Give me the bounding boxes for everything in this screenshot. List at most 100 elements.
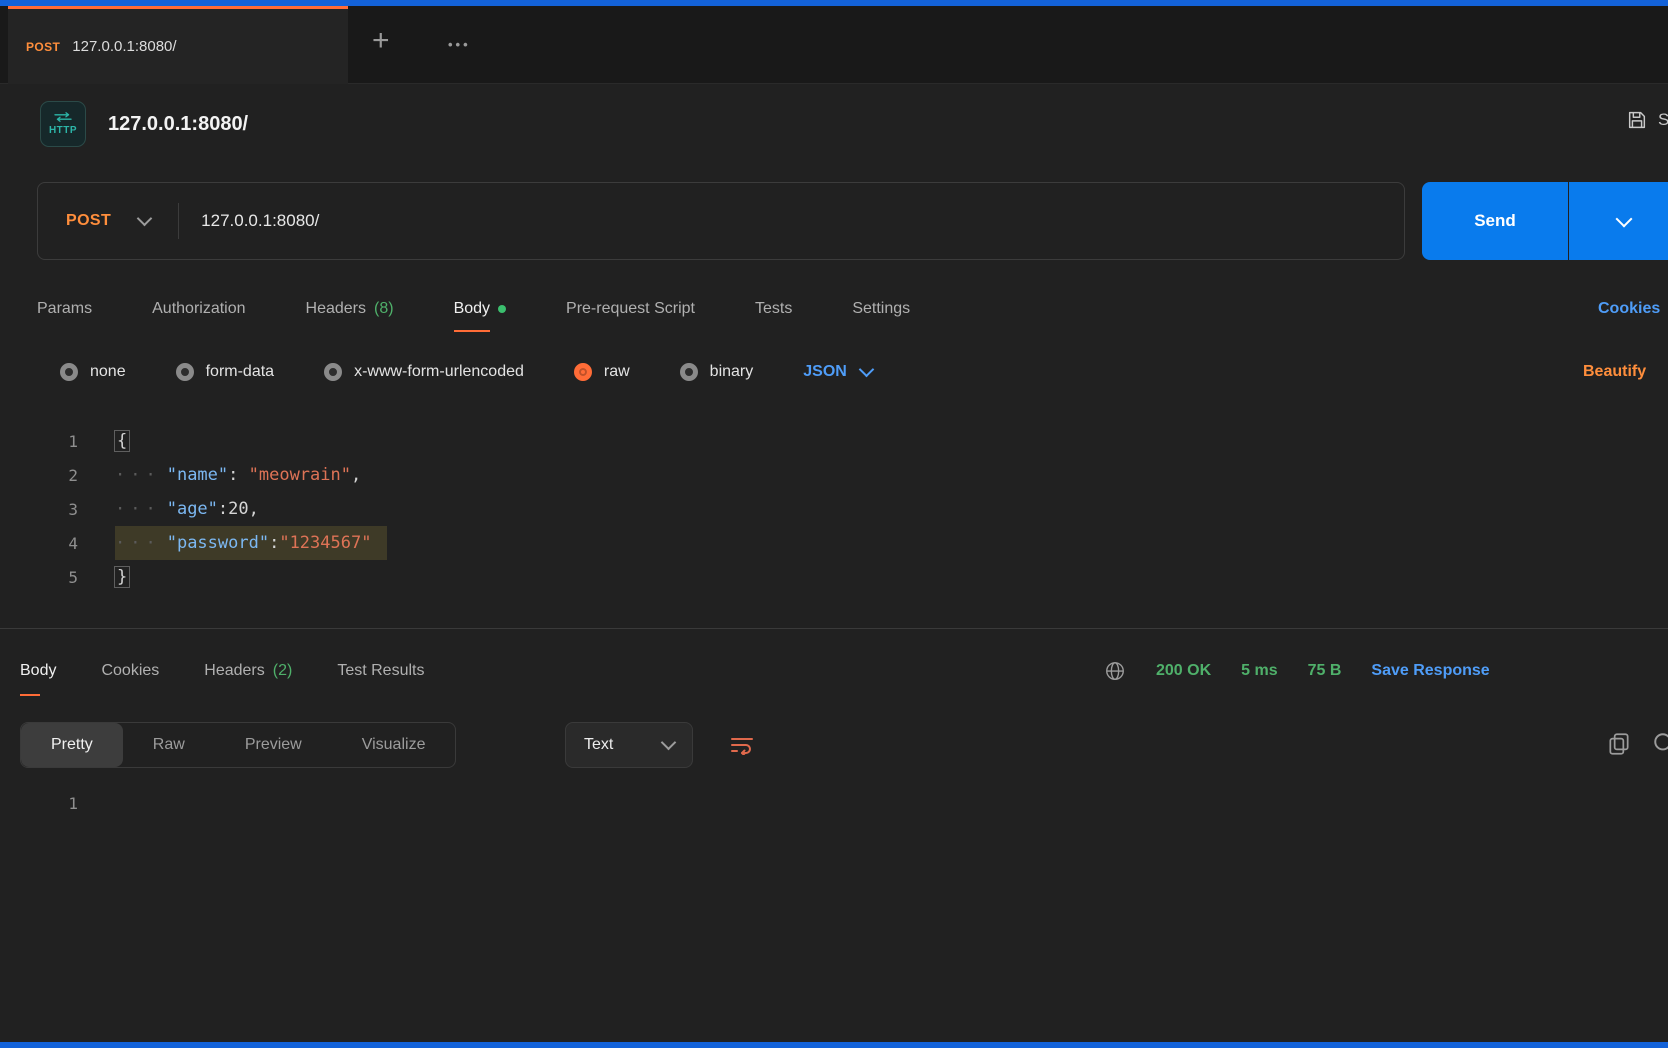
tab-pre-request-script[interactable]: Pre-request Script bbox=[566, 286, 695, 332]
tab-params[interactable]: Params bbox=[37, 286, 92, 332]
search-icon bbox=[1652, 731, 1668, 757]
body-mode-row: none form-data x-www-form-urlencoded raw… bbox=[60, 350, 872, 394]
line-number: 5 bbox=[0, 568, 78, 587]
tab-method-badge: POST bbox=[26, 40, 60, 54]
copy-response-button[interactable] bbox=[1604, 730, 1634, 760]
json-comma: , bbox=[351, 465, 361, 485]
url-bar: POST bbox=[37, 182, 1405, 260]
line-number: 4 bbox=[0, 534, 78, 553]
response-format-dropdown[interactable]: Text bbox=[565, 722, 693, 768]
line-number: 2 bbox=[0, 466, 78, 485]
bidirectional-arrows-icon bbox=[53, 112, 73, 122]
tab-params-label: Params bbox=[37, 300, 92, 318]
json-string-value: "meowrain" bbox=[249, 465, 351, 485]
save-icon bbox=[1626, 109, 1648, 131]
request-tab[interactable]: POST 127.0.0.1:8080/ bbox=[8, 6, 348, 84]
mode-binary-label: binary bbox=[710, 363, 754, 381]
language-dropdown-value: JSON bbox=[803, 363, 847, 381]
json-comma: , bbox=[249, 499, 259, 519]
save-button-label: Save bbox=[1658, 110, 1668, 130]
json-key: "password" bbox=[167, 533, 269, 553]
tab-headers-label: Headers bbox=[306, 300, 366, 318]
tab-body[interactable]: Body bbox=[454, 286, 506, 332]
copy-icon bbox=[1606, 731, 1632, 757]
response-tab-cookies[interactable]: Cookies bbox=[101, 646, 159, 696]
save-response-button[interactable]: Save Response bbox=[1371, 662, 1489, 680]
view-raw[interactable]: Raw bbox=[123, 723, 215, 767]
language-dropdown[interactable]: JSON bbox=[803, 363, 872, 381]
tab-tests-label: Tests bbox=[755, 300, 792, 318]
tab-settings-label: Settings bbox=[852, 300, 910, 318]
radio-binary[interactable] bbox=[680, 363, 698, 381]
json-key: "age" bbox=[167, 499, 218, 519]
code-line-1[interactable]: 1 { bbox=[0, 424, 1668, 458]
code-line-4-highlighted[interactable]: 4 ··· "password" : "1234567" bbox=[0, 526, 1668, 560]
beautify-link[interactable]: Beautify bbox=[1583, 350, 1646, 394]
save-button[interactable]: Save bbox=[1626, 109, 1668, 131]
body-modified-dot bbox=[498, 305, 506, 313]
mode-x-www-form-urlencoded-label: x-www-form-urlencoded bbox=[354, 363, 524, 381]
mode-x-www-form-urlencoded[interactable]: x-www-form-urlencoded bbox=[324, 363, 524, 381]
mode-binary[interactable]: binary bbox=[680, 363, 754, 381]
view-pretty[interactable]: Pretty bbox=[21, 723, 123, 767]
tab-settings[interactable]: Settings bbox=[852, 286, 910, 332]
json-key: "name" bbox=[167, 465, 228, 485]
radio-x-www-form-urlencoded[interactable] bbox=[324, 363, 342, 381]
status-badge: 200 OK bbox=[1156, 662, 1211, 680]
response-tab-headers[interactable]: Headers (2) bbox=[204, 646, 292, 696]
search-response-button[interactable] bbox=[1650, 730, 1668, 760]
code-line-3[interactable]: 3 ··· "age" : 20 , bbox=[0, 492, 1668, 526]
tab-bar: POST 127.0.0.1:8080/ + ••• bbox=[0, 6, 1668, 84]
chevron-down-icon bbox=[1616, 210, 1633, 227]
chevron-down-icon bbox=[661, 735, 677, 751]
tab-body-label: Body bbox=[454, 300, 490, 318]
line-number: 3 bbox=[0, 500, 78, 519]
mode-form-data-label: form-data bbox=[206, 363, 274, 381]
tab-options-button[interactable]: ••• bbox=[444, 34, 475, 55]
network-globe-icon[interactable] bbox=[1104, 660, 1126, 682]
tab-authorization[interactable]: Authorization bbox=[152, 286, 245, 332]
response-view-switcher: Pretty Raw Preview Visualize bbox=[20, 722, 456, 768]
mode-form-data[interactable]: form-data bbox=[176, 363, 274, 381]
cookies-link[interactable]: Cookies bbox=[1598, 286, 1660, 332]
window-accent-strip-bottom bbox=[0, 1042, 1668, 1048]
radio-none[interactable] bbox=[60, 363, 78, 381]
view-preview[interactable]: Preview bbox=[215, 723, 332, 767]
response-format-value: Text bbox=[584, 736, 613, 754]
radio-raw-selected[interactable] bbox=[574, 363, 592, 381]
mode-raw[interactable]: raw bbox=[574, 363, 630, 381]
send-button[interactable]: Send bbox=[1422, 182, 1568, 260]
method-dropdown-value: POST bbox=[66, 212, 111, 230]
radio-form-data[interactable] bbox=[176, 363, 194, 381]
request-header: HTTP 127.0.0.1:8080/ Save bbox=[40, 100, 1668, 148]
headers-count-badge: (8) bbox=[374, 300, 394, 318]
json-string-value: "1234567" bbox=[279, 533, 371, 553]
indent-whitespace-dots: ··· bbox=[115, 465, 161, 485]
tab-title: 127.0.0.1:8080/ bbox=[72, 38, 176, 55]
code-line-2[interactable]: 2 ··· "name" : "meowrain" , bbox=[0, 458, 1668, 492]
mode-raw-label: raw bbox=[604, 363, 630, 381]
response-tab-test-results[interactable]: Test Results bbox=[337, 646, 424, 696]
response-size: 75 B bbox=[1308, 662, 1342, 680]
json-colon: : bbox=[218, 499, 228, 519]
url-input[interactable] bbox=[179, 211, 1404, 231]
wrap-lines-button[interactable] bbox=[714, 722, 770, 768]
tab-headers[interactable]: Headers (8) bbox=[306, 286, 394, 332]
request-body-editor[interactable]: 1 { 2 ··· "name" : "meowrain" , 3 ··· "a… bbox=[0, 424, 1668, 594]
tab-pre-request-script-label: Pre-request Script bbox=[566, 300, 695, 318]
mode-none[interactable]: none bbox=[60, 363, 126, 381]
method-dropdown[interactable]: POST bbox=[38, 183, 178, 259]
response-tab-body[interactable]: Body bbox=[20, 646, 56, 696]
indent-whitespace-dots: ··· bbox=[115, 533, 161, 553]
new-tab-button[interactable]: + bbox=[368, 22, 394, 60]
json-colon: : bbox=[228, 465, 248, 485]
code-line-5[interactable]: 5 } bbox=[0, 560, 1668, 594]
response-headers-count-badge: (2) bbox=[273, 662, 293, 680]
view-visualize[interactable]: Visualize bbox=[332, 723, 456, 767]
tab-tests[interactable]: Tests bbox=[755, 286, 792, 332]
close-brace: } bbox=[115, 567, 129, 587]
chevron-down-icon bbox=[137, 211, 153, 227]
response-tab-headers-label: Headers bbox=[204, 662, 264, 680]
send-options-button[interactable] bbox=[1569, 182, 1668, 260]
indent-whitespace-dots: ··· bbox=[115, 499, 161, 519]
